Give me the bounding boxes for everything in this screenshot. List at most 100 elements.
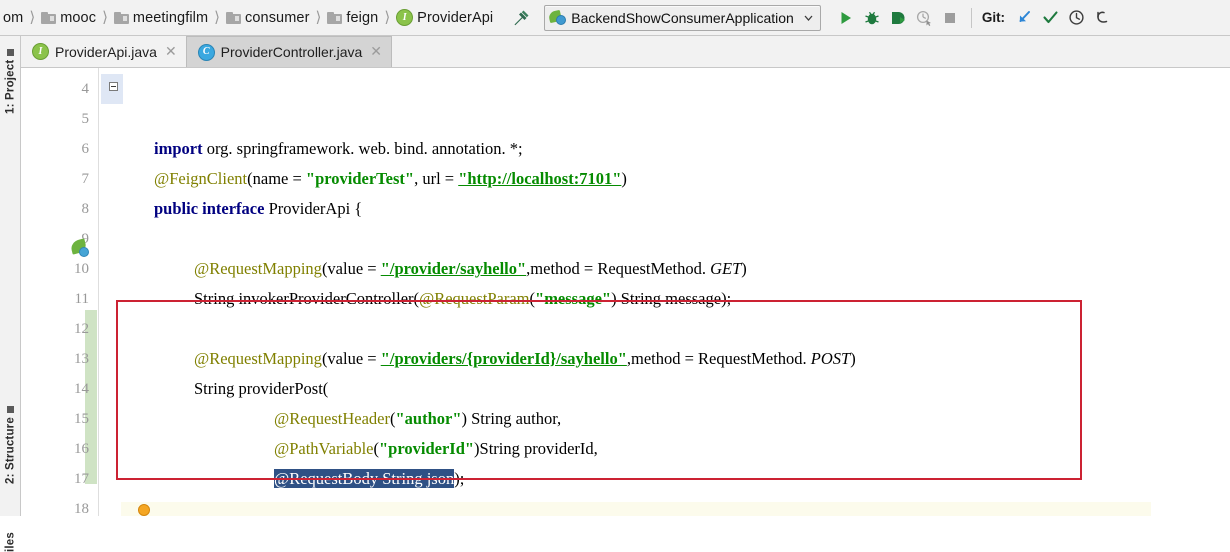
- breadcrumb-separator-icon: ⟩: [29, 7, 36, 26]
- code-token-text: , url =: [414, 169, 459, 188]
- spring-boot-icon: [548, 9, 567, 25]
- run-button[interactable]: [833, 5, 859, 31]
- breadcrumb-label: om: [3, 9, 24, 26]
- commit-button[interactable]: [1037, 5, 1063, 31]
- breadcrumb-label: ProviderApi: [417, 9, 494, 26]
- breadcrumb-label: mooc: [60, 9, 97, 26]
- code-token-text: )String providerId,: [474, 439, 598, 458]
- tab-providercontroller-java[interactable]: C ProviderController.java ✕: [185, 36, 393, 67]
- line-number: 16: [74, 441, 89, 457]
- code-token-text: ): [741, 259, 747, 278]
- code-token-text: (value =: [321, 349, 381, 368]
- arrow-down-left-icon: [1019, 11, 1030, 22]
- code-token-text: ,method = RequestMethod.: [626, 349, 811, 368]
- line-number: 11: [74, 291, 89, 307]
- breadcrumb-item-com[interactable]: om: [0, 0, 26, 36]
- history-button[interactable]: [1063, 5, 1089, 31]
- interface-icon: I: [32, 43, 49, 60]
- tool-window-marker-icon: [7, 48, 14, 56]
- run-coverage-icon: [891, 11, 905, 24]
- line-number: 15: [74, 411, 89, 427]
- rollback-button[interactable]: [1089, 5, 1115, 31]
- code-token-brace: {: [354, 199, 363, 218]
- build-project-button[interactable]: [510, 7, 532, 29]
- line-number: 7: [81, 171, 90, 187]
- stop-button[interactable]: [937, 5, 963, 31]
- checkmark-icon: [1043, 11, 1058, 24]
- editor-tab-bar: I ProviderApi.java ✕ C ProviderControlle…: [21, 36, 1230, 68]
- gutter-marker-strip[interactable]: [99, 68, 121, 516]
- line-number: 6: [81, 141, 90, 157]
- code-line-18: }: [121, 494, 162, 516]
- class-icon: C: [197, 43, 215, 61]
- code-token-text: ): [621, 169, 627, 188]
- code-content[interactable]: import org. springframework. web. bind. …: [101, 68, 1230, 516]
- spring-bean-icon[interactable]: [69, 238, 89, 257]
- ide-window: om ⟩ mooc ⟩ meetingfilm ⟩ consumer ⟩ fei…: [0, 0, 1230, 552]
- close-icon[interactable]: ✕: [370, 45, 382, 59]
- breadcrumb-separator-icon: ⟩: [315, 7, 322, 26]
- code-token-text: ): [850, 349, 856, 368]
- tool-window-button-structure[interactable]: 2: Structure: [0, 388, 21, 484]
- breadcrumb: om ⟩ mooc ⟩ meetingfilm ⟩ consumer ⟩ fei…: [0, 0, 496, 36]
- line-number: 10: [74, 261, 89, 277]
- code-token-path-string[interactable]: "/providers/{providerId}/sayhello": [381, 349, 627, 368]
- code-token-url-string[interactable]: "http://localhost:7101": [458, 169, 621, 188]
- code-token-enum-constant: POST: [810, 349, 851, 368]
- tool-window-label: 2: Structure: [4, 417, 17, 484]
- breadcrumb-item-providerapi[interactable]: I ProviderApi: [393, 0, 496, 36]
- update-project-button[interactable]: [1011, 5, 1037, 31]
- breadcrumb-item-mooc[interactable]: mooc: [38, 0, 99, 36]
- line-number: 8: [81, 201, 90, 217]
- close-icon[interactable]: ✕: [165, 45, 177, 59]
- code-editor[interactable]: 4 5 6 7 8 9 10 11 12 13 14 15 16 17 18 i…: [21, 68, 1230, 516]
- tool-window-label: iles: [4, 532, 17, 552]
- line-number: 12: [74, 321, 89, 337]
- bug-icon: [865, 11, 879, 24]
- breadcrumb-label: consumer: [245, 9, 310, 26]
- breadcrumb-item-meetingfilm[interactable]: meetingfilm: [111, 0, 211, 36]
- line-number: 13: [74, 351, 89, 367]
- code-line-9: @RequestMapping(value = "/provider/sayhe…: [121, 224, 747, 278]
- clock-icon: [1068, 10, 1084, 25]
- play-icon: [841, 11, 851, 24]
- tool-window-label: 1: Project: [4, 59, 17, 114]
- code-token-text: );: [454, 469, 465, 488]
- line-number: 4: [81, 81, 90, 97]
- run-configuration-selector[interactable]: BackendShowConsumerApplication: [544, 4, 821, 31]
- folder-icon: [41, 11, 57, 24]
- code-token-annotation: @RequestParam: [419, 289, 530, 308]
- folder-icon: [113, 11, 129, 24]
- undo-arrow-icon: [1096, 11, 1107, 23]
- editor-gutter[interactable]: 4 5 6 7 8 9 10 11 12 13 14 15 16 17 18: [21, 68, 99, 516]
- breadcrumb-separator-icon: ⟩: [384, 7, 391, 26]
- fold-collapse-icon[interactable]: [109, 82, 118, 91]
- line-number: 14: [74, 381, 89, 397]
- breadcrumb-label: meetingfilm: [132, 9, 209, 26]
- breadcrumb-item-consumer[interactable]: consumer: [223, 0, 312, 36]
- main-toolbar: om ⟩ mooc ⟩ meetingfilm ⟩ consumer ⟩ fei…: [0, 0, 1230, 36]
- tool-window-marker-icon: [7, 406, 14, 414]
- hammer-icon: [514, 10, 529, 25]
- code-line-4: import org. springframework. web. bind. …: [101, 74, 523, 158]
- stop-icon: [944, 12, 955, 23]
- breadcrumb-separator-icon: ⟩: [102, 7, 108, 26]
- tab-label: ProviderApi.java: [55, 43, 157, 60]
- left-tool-window-stripe: 1: Project 2: Structure iles: [0, 36, 21, 552]
- profile-button[interactable]: [911, 5, 937, 31]
- tool-window-button-files[interactable]: iles: [0, 500, 21, 552]
- code-token-identifier: ProviderApi: [268, 199, 351, 218]
- line-number: 5: [81, 111, 90, 127]
- profiler-icon: [916, 10, 931, 26]
- chevron-down-icon: [802, 11, 815, 24]
- git-label: Git:: [981, 10, 1006, 25]
- code-token-keyword: interface: [202, 199, 265, 218]
- code-selection[interactable]: @RequestBody String json: [274, 469, 455, 488]
- tool-window-button-project[interactable]: 1: Project: [0, 40, 21, 114]
- breadcrumb-item-feign[interactable]: feign: [324, 0, 381, 36]
- folder-icon: [226, 11, 242, 24]
- tab-providerapi-java[interactable]: I ProviderApi.java ✕: [21, 36, 186, 67]
- run-with-coverage-button[interactable]: [885, 5, 911, 31]
- debug-button[interactable]: [859, 5, 885, 31]
- code-line-14: @RequestHeader("author") String author,: [121, 374, 561, 428]
